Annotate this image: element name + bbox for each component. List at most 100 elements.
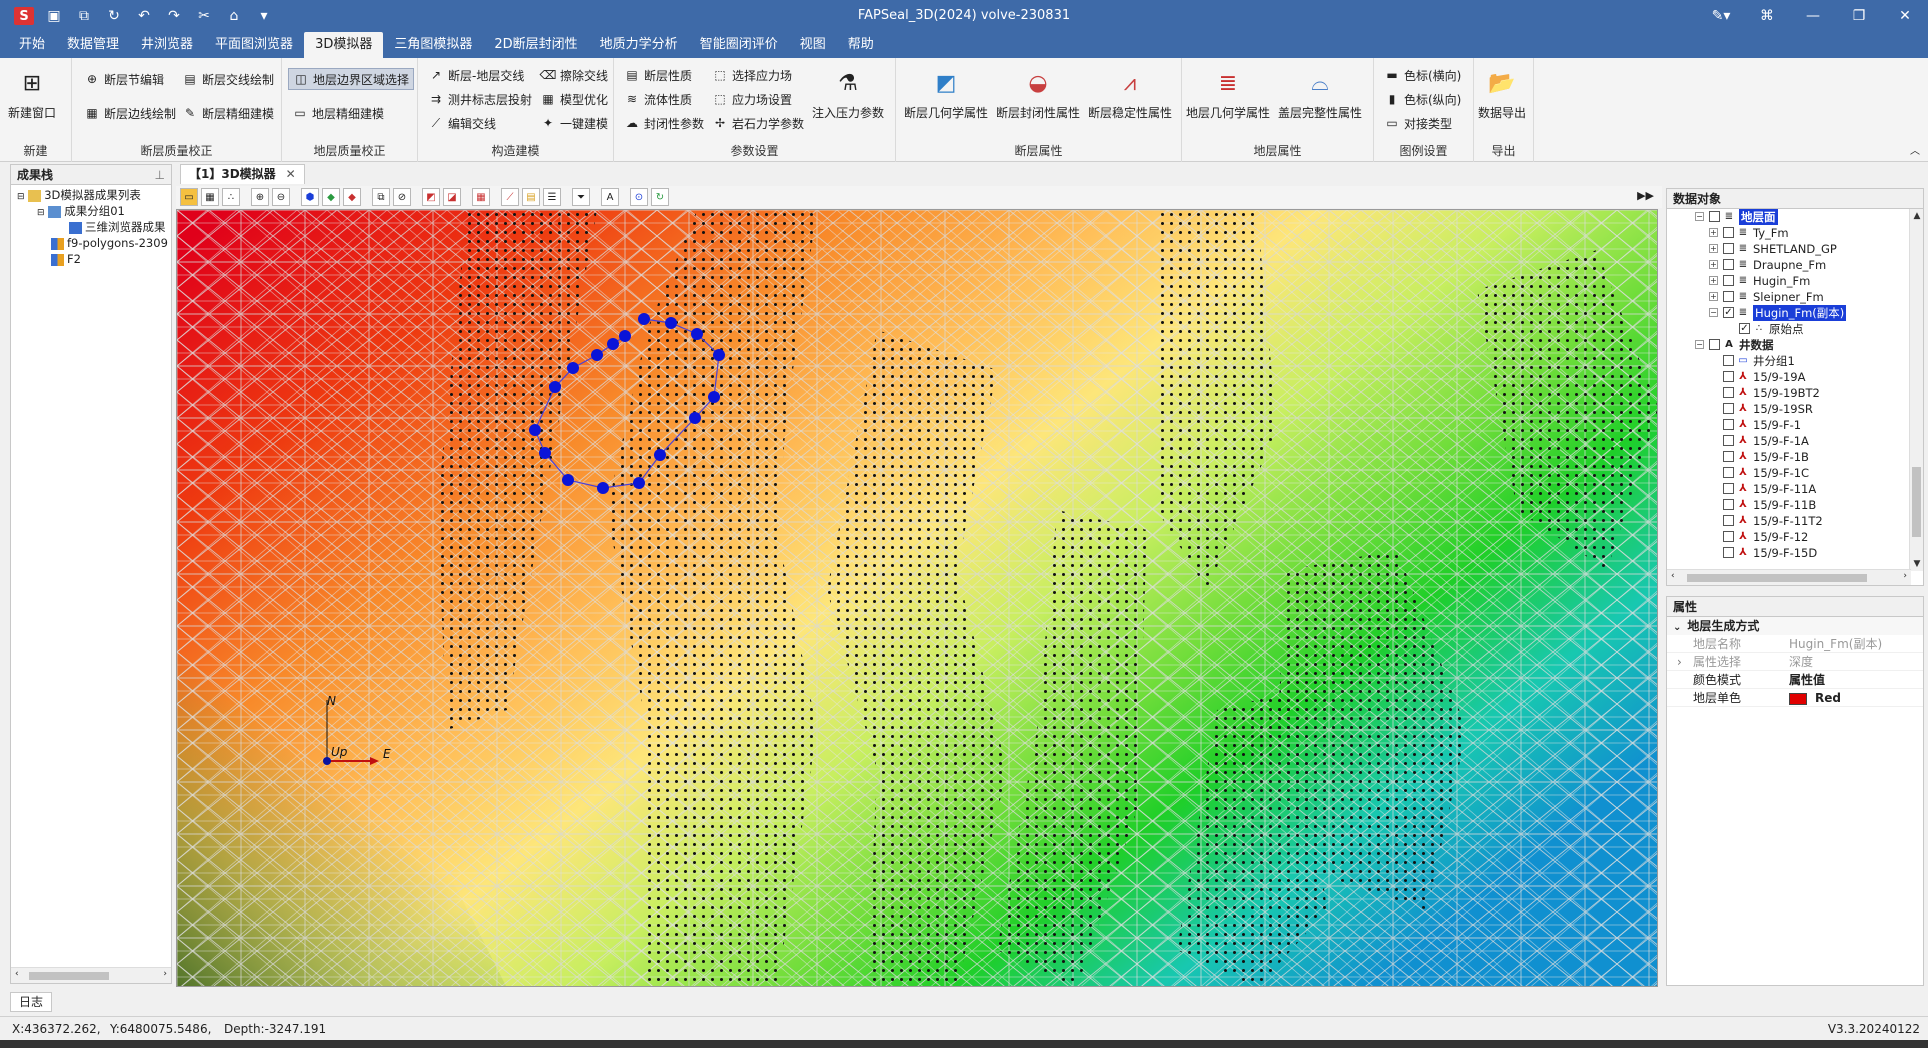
tree-item-well[interactable]: ⅄ 15/9-F-11T2 xyxy=(1667,513,1923,529)
expand-icon[interactable]: + xyxy=(1709,228,1718,237)
polygon-vertex[interactable] xyxy=(529,424,541,436)
tab-data-management[interactable]: 数据管理 xyxy=(56,32,130,58)
scrollbar-thumb[interactable] xyxy=(1687,574,1867,582)
tree-item-well[interactable]: ⅄ 15/9-F-12 xyxy=(1667,529,1923,545)
tree-item-3d-browser-result[interactable]: 三维浏览器成果 xyxy=(11,219,171,235)
seal-params-button[interactable]: ☁ 封闭性参数 xyxy=(620,112,708,134)
inject-pressure-button[interactable]: ⚗ 注入压力参数 xyxy=(812,66,884,121)
colorbar-horizontal-button[interactable]: ▬ 色标(横向) xyxy=(1380,64,1465,86)
scroll-left-icon[interactable]: ‹ xyxy=(15,969,19,979)
well-checkbox[interactable] xyxy=(1723,515,1734,526)
well-checkbox[interactable] xyxy=(1723,499,1734,510)
horizon-checkbox[interactable] xyxy=(1723,243,1734,254)
tree-item-well[interactable]: ⅄ 15/9-F-1B xyxy=(1667,449,1923,465)
tree-item-horizon-selected[interactable]: − ✓ ≣ Hugin_Fm(副本) xyxy=(1667,305,1923,321)
horizontal-scrollbar[interactable]: ‹ › xyxy=(1667,569,1911,585)
polygon-vertex[interactable] xyxy=(665,317,677,329)
horizon-checkbox[interactable] xyxy=(1723,227,1734,238)
legend-icon[interactable]: ☰ xyxy=(543,188,561,206)
scroll-left-icon[interactable]: ‹ xyxy=(1671,571,1675,581)
expand-icon[interactable]: + xyxy=(1709,292,1718,301)
tree-item-result-group[interactable]: ⊟ 成果分组01 xyxy=(11,203,171,219)
property-row-attribute[interactable]: › 属性选择 深度 xyxy=(1667,653,1923,671)
fault-stab-attr-button[interactable]: ⩘ 断层稳定性属性 xyxy=(1088,66,1172,121)
tab-trap-evaluation[interactable]: 智能圈闭评价 xyxy=(689,32,789,58)
view-side-icon[interactable]: ◆ xyxy=(343,188,361,206)
polygon-vertex[interactable] xyxy=(619,330,631,342)
tree-item-well[interactable]: ⅄ 15/9-19A xyxy=(1667,369,1923,385)
tree-item-horizon[interactable]: + ≣ Ty_Fm xyxy=(1667,225,1923,241)
polygon-vertex[interactable] xyxy=(562,474,574,486)
filter-icon[interactable]: ⏷ xyxy=(572,188,590,206)
wells-checkbox[interactable] xyxy=(1709,339,1720,350)
polygon-vertex[interactable] xyxy=(691,328,703,340)
color-swatch[interactable] xyxy=(1789,692,1807,705)
property-category[interactable]: ⌄ 地层生成方式 xyxy=(1667,617,1923,635)
zoom-out-icon[interactable]: ⊖ xyxy=(272,188,290,206)
well-checkbox[interactable] xyxy=(1723,371,1734,382)
one-click-model-button[interactable]: ✦ 一键建模 xyxy=(536,112,612,134)
polygon-vertex[interactable] xyxy=(539,447,551,459)
horizon-geom-attr-button[interactable]: ≣ 地层几何学属性 xyxy=(1186,66,1270,121)
hide-icon[interactable]: ⊘ xyxy=(393,188,411,206)
minimize-icon[interactable]: — xyxy=(1790,0,1836,32)
log-tab[interactable]: 日志 xyxy=(10,992,52,1012)
annotate-icon[interactable]: ▤ xyxy=(522,188,540,206)
collapse-icon[interactable]: − xyxy=(1709,308,1718,317)
tree-item-horizon[interactable]: + ≣ Sleipner_Fm xyxy=(1667,289,1923,305)
tree-item-horizon[interactable]: + ≣ Hugin_Fm xyxy=(1667,273,1923,289)
tree-item-well[interactable]: ⅄ 15/9-F-1C xyxy=(1667,465,1923,481)
fault-seal-attr-button[interactable]: ◒ 断层封闭性属性 xyxy=(996,66,1080,121)
view-points-icon[interactable]: ∴ xyxy=(222,188,240,206)
select-mode-icon[interactable]: ⧉ xyxy=(372,188,390,206)
tree-item-well[interactable]: ⅄ 15/9-F-1 xyxy=(1667,417,1923,433)
horizon-checkbox-checked[interactable]: ✓ xyxy=(1723,307,1734,318)
well-checkbox[interactable] xyxy=(1723,419,1734,430)
view-top-icon[interactable]: ◆ xyxy=(322,188,340,206)
expand-icon[interactable]: + xyxy=(1709,244,1718,253)
collapse-icon[interactable]: ⊟ xyxy=(37,208,45,218)
tree-item-well[interactable]: ⅄ 15/9-F-11A xyxy=(1667,481,1923,497)
polygon-vertex[interactable] xyxy=(689,412,701,424)
tree-item-well-group[interactable]: ▭ 井分组1 xyxy=(1667,353,1923,369)
scroll-down-icon[interactable]: ▼ xyxy=(1910,557,1924,571)
view-grid-icon[interactable]: ▦ xyxy=(201,188,219,206)
colorbar-icon[interactable]: ◩ xyxy=(422,188,440,206)
tree-item-well[interactable]: ⅄ 15/9-19SR xyxy=(1667,401,1923,417)
scroll-right-icon[interactable]: › xyxy=(1903,571,1907,581)
tab-start[interactable]: 开始 xyxy=(8,32,56,58)
well-checkbox[interactable] xyxy=(1723,483,1734,494)
close-icon[interactable]: ✕ xyxy=(1882,0,1928,32)
tree-item-horizon[interactable]: + ≣ Draupne_Fm xyxy=(1667,257,1923,273)
view-cube-icon[interactable]: ⬢ xyxy=(301,188,319,206)
collapse-ribbon-icon[interactable]: ︿ xyxy=(1910,142,1920,157)
property-row-color-mode[interactable]: 颜色模式 属性值 xyxy=(1667,671,1923,689)
horizon-checkbox[interactable] xyxy=(1723,259,1734,270)
tab-3d-simulator[interactable]: 3D模拟器 xyxy=(304,32,384,58)
new-window-button[interactable]: ⊞ 新建窗口 xyxy=(8,66,56,121)
polygon-vertex[interactable] xyxy=(549,381,561,393)
tab-geomechanics[interactable]: 地质力学分析 xyxy=(589,32,689,58)
fault-geom-attr-button[interactable]: ◩ 断层几何学属性 xyxy=(904,66,988,121)
data-export-button[interactable]: 📂 数据导出 xyxy=(1478,66,1526,121)
measure-icon[interactable]: ⟋ xyxy=(501,188,519,206)
mesh-icon[interactable]: ▦ xyxy=(472,188,490,206)
tree-item-results-list[interactable]: ⊟ 3D模拟器成果列表 xyxy=(11,187,171,203)
well-checkbox[interactable] xyxy=(1723,451,1734,462)
fault-fine-model-button[interactable]: ✎ 断层精细建模 xyxy=(178,102,278,124)
polygon-vertex[interactable] xyxy=(607,338,619,350)
horizon-checkbox[interactable] xyxy=(1723,275,1734,286)
property-row-color[interactable]: 地层单色 Red xyxy=(1667,689,1923,707)
expand-icon[interactable]: › xyxy=(1677,653,1682,671)
scroll-up-icon[interactable]: ▲ xyxy=(1910,209,1924,223)
vertical-scrollbar[interactable]: ▲ ▼ xyxy=(1909,209,1923,571)
scrollbar-thumb[interactable] xyxy=(29,972,109,980)
tab-2d-fault-seal[interactable]: 2D断层封闭性 xyxy=(483,32,588,58)
collapse-icon[interactable]: ⊟ xyxy=(17,192,25,202)
collapse-icon[interactable]: − xyxy=(1695,212,1704,221)
theme-icon[interactable]: ✎▾ xyxy=(1698,0,1744,32)
well-marker-project-button[interactable]: ⇉ 测井标志层投射 xyxy=(424,88,536,110)
fault-edge-draw-button[interactable]: ▦ 断层边线绘制 xyxy=(80,102,180,124)
pin-icon[interactable]: ⊥ xyxy=(155,165,165,185)
tab-triangle-simulator[interactable]: 三角图模拟器 xyxy=(383,32,483,58)
